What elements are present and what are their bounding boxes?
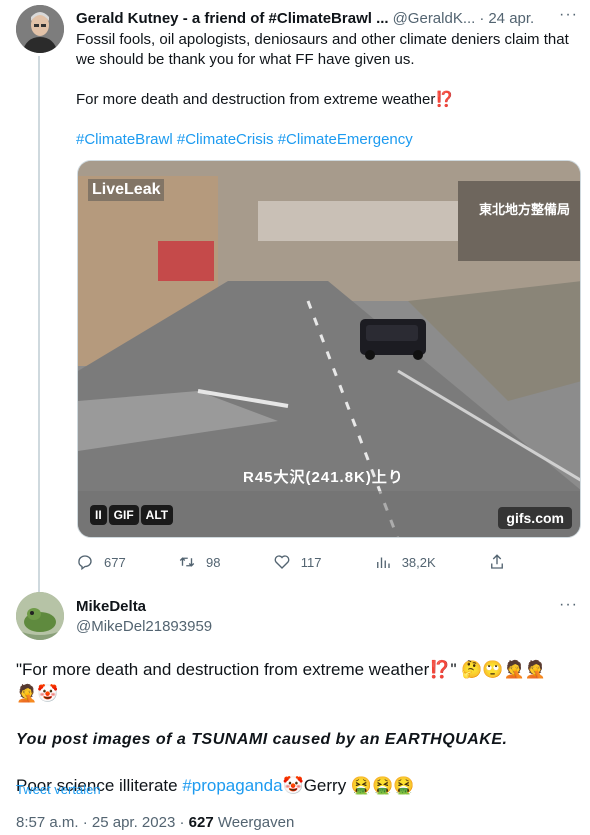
- tweet-date[interactable]: 24 apr.: [488, 10, 534, 27]
- exclamation-question-emoji: ⁉️: [435, 91, 455, 108]
- heart-icon: [274, 555, 290, 569]
- share-icon: [491, 554, 503, 569]
- like-count: 117: [300, 554, 322, 570]
- views-button[interactable]: 38,2K: [374, 553, 436, 571]
- exclamation-question-emoji: ⁉️: [429, 660, 451, 679]
- hashtag-links[interactable]: #ClimateBrawl #ClimateCrisis #ClimateEme…: [76, 130, 576, 150]
- user-handle[interactable]: @MikeDel21893959: [76, 618, 212, 635]
- media-overlay-caption: R45大沢(241.8K)上り: [243, 469, 404, 486]
- tweet-original[interactable]: Gerald Kutney - a friend of #ClimateBraw…: [0, 0, 590, 594]
- display-name[interactable]: Gerald Kutney - a friend of #ClimateBraw…: [76, 10, 389, 27]
- tweet-date[interactable]: 25 apr. 2023: [92, 814, 175, 831]
- views-count: 627: [188, 814, 214, 831]
- tweet-text: Fossil fools, oil apologists, deniosaurs…: [76, 30, 576, 150]
- views-count: 38,2K: [401, 554, 436, 570]
- hashtag-link[interactable]: #propaganda: [182, 776, 282, 795]
- media-overlay-watermark: LiveLeak: [88, 179, 165, 201]
- views-label: Weergaven: [217, 814, 295, 831]
- more-dots-icon[interactable]: ···: [559, 6, 578, 24]
- tweet-text-line: For more death and destruction from extr…: [76, 90, 576, 110]
- reaction-emojis: 🤦🤡: [16, 684, 59, 703]
- tweet-text-line: Fossil fools, oil apologists, deniosaurs…: [76, 31, 569, 68]
- media-overlay-label: 東北地方整備局: [478, 202, 570, 217]
- avatar[interactable]: [16, 592, 64, 640]
- reply-button[interactable]: 677: [76, 553, 126, 571]
- separator: ·: [82, 814, 88, 831]
- quoted-text: "For more death and destruction from ext…: [16, 660, 430, 679]
- separator: ·: [179, 814, 185, 831]
- tweet-media-gif[interactable]: LiveLeak 東北地方整備局 R45大沢(241.8K)上り II GIF …: [77, 160, 581, 538]
- analytics-icon: [376, 557, 390, 568]
- reply-icon: [78, 555, 92, 571]
- tweet-header: Gerald Kutney - a friend of #ClimateBraw…: [76, 8, 580, 28]
- tweet-meta: 8:57 a.m. · 25 apr. 2023 · 627 Weergaven: [16, 814, 294, 831]
- tweet-time[interactable]: 8:57 a.m.: [16, 814, 79, 831]
- avatar[interactable]: [16, 5, 64, 53]
- like-button[interactable]: 117: [273, 553, 322, 571]
- tweet-reply[interactable]: MikeDelta @MikeDel21893959 ··· "For more…: [0, 588, 590, 835]
- retweet-icon: [179, 557, 195, 567]
- more-dots-icon[interactable]: ···: [559, 596, 578, 614]
- quote-close: ": [450, 660, 457, 679]
- tweet-text-content: 🤡Gerry: [282, 776, 351, 795]
- reply-count: 677: [104, 554, 126, 570]
- gif-badge: GIF: [108, 505, 139, 525]
- reaction-emojis: 🤮🤮🤮: [350, 776, 415, 795]
- media-badges: II GIF ALT: [90, 505, 174, 525]
- share-button[interactable]: [488, 553, 506, 571]
- thread-line: [38, 56, 40, 594]
- reaction-emojis: 🤔🙄🤦🤦: [461, 660, 546, 679]
- translate-link[interactable]: Tweet vertalen: [16, 782, 101, 797]
- separator: ·: [479, 9, 485, 27]
- tweet-text: "For more death and destruction from ext…: [16, 658, 576, 798]
- tweet-text-line: "For more death and destruction from ext…: [16, 658, 576, 706]
- retweet-count: 98: [205, 554, 221, 570]
- gifs-brand-logo: gifs.com: [498, 507, 572, 529]
- pause-button[interactable]: II: [90, 505, 107, 525]
- emphasized-text: You post images of a TSUNAMI caused by a…: [16, 731, 508, 748]
- tweet-actions: 677 98 117 38,2K: [76, 548, 506, 576]
- retweet-button[interactable]: 98: [178, 553, 220, 571]
- user-handle[interactable]: @GeraldK...: [393, 10, 476, 27]
- alt-badge[interactable]: ALT: [140, 505, 174, 525]
- display-name[interactable]: MikeDelta: [76, 598, 146, 615]
- tweet-text-content: For more death and destruction from extr…: [76, 91, 436, 108]
